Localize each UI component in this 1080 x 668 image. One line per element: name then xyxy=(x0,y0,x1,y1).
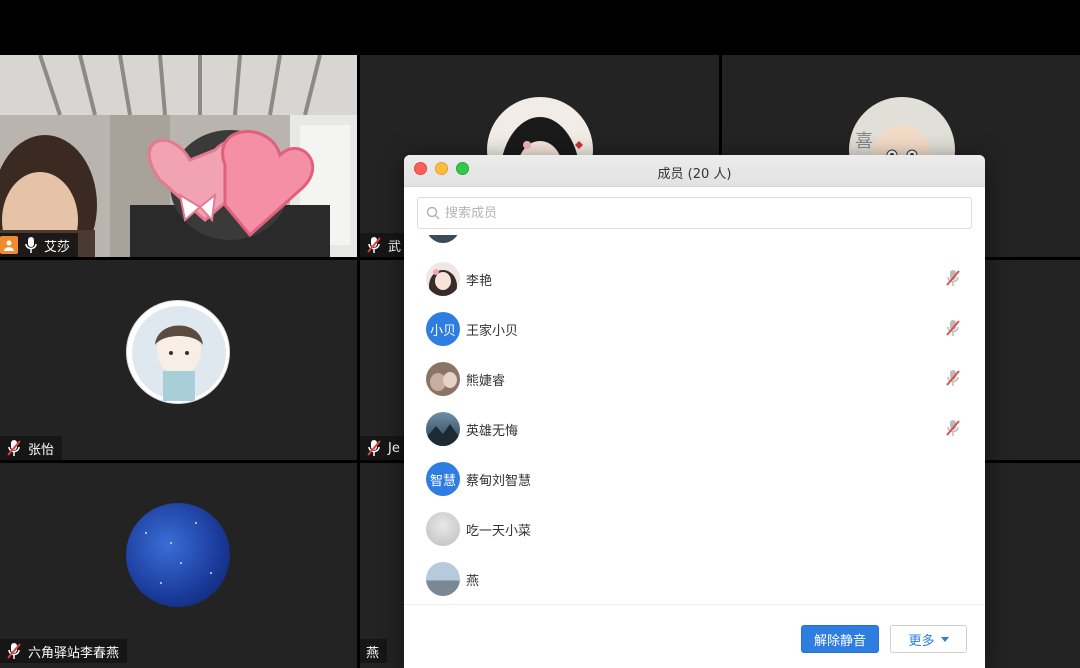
member-avatar-text: 智慧 xyxy=(429,473,456,489)
member-name: 李艳 xyxy=(466,273,493,289)
participant-name: 六角驿站李春燕 xyxy=(28,645,120,661)
member-list: 李艳 小贝 王家小贝 熊婕睿 英雄无悔 智慧 蔡甸刘智慧 吃一天小菜 燕 xyxy=(404,235,985,602)
muted-microphone-icon[interactable] xyxy=(945,269,961,287)
participant-name: Je xyxy=(388,440,400,456)
participant-name: 燕 xyxy=(366,645,380,661)
member-row[interactable]: 熊婕睿 xyxy=(404,354,985,404)
members-panel-footer: 解除静音 更多 xyxy=(404,604,985,668)
member-search-box[interactable] xyxy=(417,197,972,229)
member-search-input[interactable] xyxy=(445,205,945,221)
muted-microphone-icon xyxy=(367,440,381,456)
video-tile-liuchunyan[interactable]: 六角驿站李春燕 xyxy=(0,463,357,668)
participant-avatar xyxy=(126,503,230,607)
member-name: 蔡甸刘智慧 xyxy=(466,473,532,489)
member-name: 燕 xyxy=(466,573,480,589)
member-avatar xyxy=(426,512,460,546)
muted-microphone-icon[interactable] xyxy=(945,319,961,337)
muted-microphone-icon[interactable] xyxy=(945,419,961,437)
participant-nameplate: Je xyxy=(360,436,408,460)
participant-nameplate: 燕 xyxy=(360,639,388,663)
microphone-icon xyxy=(25,237,37,253)
participant-nameplate: 张怡 xyxy=(0,436,63,460)
chevron-down-icon xyxy=(940,636,949,642)
members-panel-titlebar: 成员 (20 人) xyxy=(404,155,985,187)
member-avatar xyxy=(426,412,460,446)
search-icon xyxy=(426,206,440,220)
participant-avatar xyxy=(126,300,230,404)
member-row[interactable]: 智慧 蔡甸刘智慧 xyxy=(404,454,985,504)
member-row[interactable]: 燕 xyxy=(404,554,985,602)
member-avatar xyxy=(426,262,460,296)
member-avatar-partial xyxy=(426,235,460,243)
member-name: 英雄无悔 xyxy=(466,423,519,439)
member-name: 熊婕睿 xyxy=(466,373,506,389)
participant-nameplate: 艾莎 xyxy=(0,233,79,257)
unmute-all-button[interactable]: 解除静音 xyxy=(801,625,879,653)
video-tile-aisha[interactable]: 艾莎 xyxy=(0,55,357,257)
video-tile-zhangyi[interactable]: 张怡 xyxy=(0,260,357,460)
member-row[interactable]: 小贝 王家小贝 xyxy=(404,304,985,354)
member-avatar-text: 小贝 xyxy=(429,323,456,339)
member-name: 吃一天小菜 xyxy=(466,523,532,539)
member-name: 王家小贝 xyxy=(466,323,519,339)
camera-feed xyxy=(0,55,357,257)
muted-microphone-icon xyxy=(367,237,381,253)
unmute-all-label: 解除静音 xyxy=(813,633,866,649)
muted-microphone-icon[interactable] xyxy=(945,369,961,387)
member-row[interactable]: 吃一天小菜 xyxy=(404,504,985,554)
member-avatar xyxy=(426,562,460,596)
muted-microphone-icon xyxy=(7,643,21,659)
more-label: 更多 xyxy=(908,633,935,649)
participant-nameplate: 武 xyxy=(360,233,410,257)
host-icon xyxy=(0,236,18,254)
more-button[interactable]: 更多 xyxy=(890,625,967,653)
member-row[interactable]: 英雄无悔 xyxy=(404,404,985,454)
member-row[interactable]: 李艳 xyxy=(404,254,985,304)
participant-name: 张怡 xyxy=(28,442,55,458)
members-panel-title: 成员 (20 人) xyxy=(657,167,732,182)
member-avatar: 智慧 xyxy=(426,462,460,496)
svg-text:喜: 喜 xyxy=(855,131,873,152)
muted-microphone-icon xyxy=(7,440,21,456)
participant-name: 艾莎 xyxy=(44,239,71,255)
member-avatar: 小贝 xyxy=(426,312,460,346)
member-avatar xyxy=(426,362,460,396)
participant-nameplate: 六角驿站李春燕 xyxy=(0,639,128,663)
members-panel: 成员 (20 人) 李艳 小贝 王家小贝 熊婕睿 xyxy=(404,155,985,668)
participant-name: 武 xyxy=(388,239,402,255)
